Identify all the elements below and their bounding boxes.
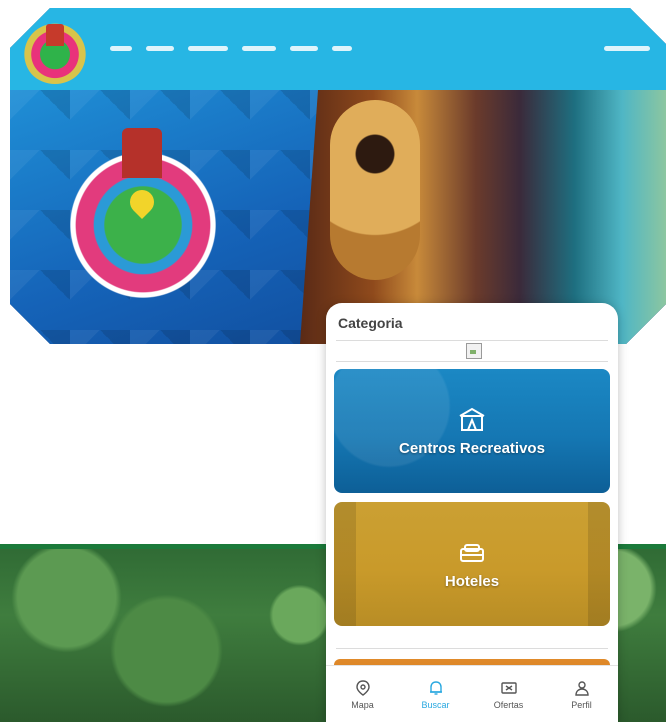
- divider: [336, 648, 608, 649]
- divider: [336, 340, 608, 341]
- nav-item[interactable]: [332, 46, 352, 51]
- category-label: Centros Recreativos: [399, 439, 545, 457]
- tab-perfil[interactable]: Perfil: [545, 666, 618, 722]
- website-banner: [10, 8, 666, 344]
- category-card-centros-recreativos[interactable]: Centros Recreativos: [334, 369, 610, 493]
- nav-item[interactable]: [242, 46, 276, 51]
- site-nav-menu: [110, 46, 352, 51]
- tab-ofertas[interactable]: Ofertas: [472, 666, 545, 722]
- tab-buscar[interactable]: Buscar: [399, 666, 472, 722]
- map-pin-icon: [355, 679, 370, 696]
- tab-mapa[interactable]: Mapa: [326, 666, 399, 722]
- section-title: Categoria: [338, 315, 403, 331]
- tab-label: Mapa: [351, 699, 374, 710]
- tent-icon: [459, 407, 485, 431]
- nav-item[interactable]: [188, 46, 228, 51]
- nav-item[interactable]: [110, 46, 132, 51]
- hero-logo: [68, 128, 218, 300]
- tab-label: Perfil: [571, 699, 592, 710]
- guitar-image: [330, 100, 420, 280]
- divider: [336, 361, 608, 362]
- app-screen: Categoria Centros Recreativos Hoteles Ma…: [326, 303, 618, 722]
- bell-icon: [429, 680, 442, 695]
- image-placeholder-icon: [466, 343, 482, 359]
- nav-item[interactable]: [290, 46, 318, 51]
- category-card-hoteles[interactable]: Hoteles: [334, 502, 610, 626]
- tab-label: Buscar: [421, 699, 450, 710]
- bottom-tab-bar: Mapa Buscar Ofertas Perfil: [326, 665, 618, 722]
- website-navbar: [10, 8, 666, 90]
- user-icon: [574, 680, 589, 696]
- category-label: Hoteles: [444, 572, 500, 590]
- ticket-icon: [500, 681, 517, 694]
- nav-item[interactable]: [146, 46, 174, 51]
- nav-account-link[interactable]: [604, 46, 650, 51]
- site-logo[interactable]: [22, 18, 88, 84]
- bed-icon: [460, 543, 484, 562]
- tab-label: Ofertas: [493, 699, 524, 710]
